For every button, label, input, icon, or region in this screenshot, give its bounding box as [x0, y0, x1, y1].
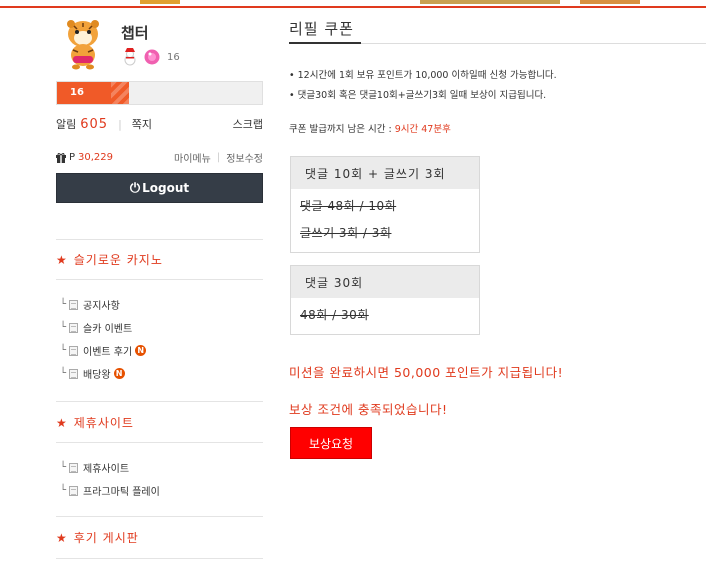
tree-branch-icon: └	[60, 322, 67, 333]
request-reward-button[interactable]: 보상요청	[290, 427, 372, 459]
mission-progress: 댓글 48회 / 10회	[300, 199, 397, 213]
divider	[56, 516, 263, 517]
menu-item-label: 제휴사이트	[83, 464, 130, 475]
menu-item-pragmatic-play[interactable]: └ 프라그마틱 플레이	[60, 479, 160, 502]
badge-count: 16	[167, 51, 180, 63]
logout-button[interactable]: ⏻ Logout	[56, 173, 263, 203]
mission-body: 48회 / 30회	[291, 298, 479, 334]
menu-item-label: 공지사항	[83, 301, 120, 312]
mission-progress: 48회 / 30회	[300, 308, 369, 322]
divider: |	[118, 117, 122, 131]
document-icon	[69, 485, 79, 496]
menu-item-label: 슬카 이벤트	[83, 324, 133, 335]
mission-box: 댓글 10회 + 글쓰기 3회 댓글 48회 / 10회 글쓰기 3회 / 3회	[290, 156, 480, 253]
notice-line: • 12시간에 1회 보유 포인트가 10,000 이하일때 신청 가능합니다.	[289, 70, 557, 81]
remaining-time: 쿠폰 발급까지 남은 시간 : 9시간 47분후	[289, 121, 451, 135]
star-icon: ★	[56, 530, 68, 545]
document-icon	[69, 462, 79, 473]
remaining-time-value: 9시간 47분후	[394, 124, 451, 135]
menu-item-dividend-king[interactable]: └ 배당왕 N	[60, 362, 146, 385]
mission-header: 댓글 30회	[291, 266, 479, 298]
menu-item-event[interactable]: └ 슬카 이벤트	[60, 316, 146, 339]
pink-ball-icon	[144, 49, 160, 65]
top-banner-strip	[420, 0, 560, 4]
tree-branch-icon: └	[60, 485, 67, 496]
badge-row: 16	[121, 48, 180, 66]
tiger-mascot-icon	[67, 20, 99, 70]
document-icon	[69, 322, 79, 333]
document-icon	[69, 368, 79, 379]
point-row: P 30,229 마이메뉴 | 정보수정	[56, 150, 263, 165]
menu-item-partners[interactable]: └ 제휴사이트	[60, 456, 160, 479]
title-underline	[289, 42, 361, 44]
section-title-label: 슬기로운 카지노	[73, 253, 163, 267]
section-title-casino[interactable]: ★ 슬기로운 카지노	[56, 251, 163, 268]
divider	[56, 279, 263, 280]
mission-box: 댓글 30회 48회 / 30회	[290, 265, 480, 335]
alarm-count[interactable]: 605	[80, 117, 108, 132]
nickname: 챕터	[121, 24, 149, 42]
page-title: 리필 쿠폰	[289, 20, 354, 38]
mission-progress: 글쓰기 3회 / 3회	[300, 226, 392, 240]
section-title-label: 제휴사이트	[73, 416, 134, 430]
casino-menu-list: └ 공지사항 └ 슬카 이벤트 └ 이벤트 후기 N └ 배당왕 N	[60, 293, 147, 385]
section-title-partners[interactable]: ★ 제휴사이트	[56, 414, 134, 431]
partners-menu-list: └ 제휴사이트 └ 프라그마틱 플레이	[60, 456, 160, 502]
point-prefix: P	[69, 152, 76, 163]
divider	[56, 239, 263, 240]
divider	[56, 558, 263, 559]
condition-message: 보상 조건에 충족되었습니다!	[289, 402, 448, 417]
tree-branch-icon: └	[60, 299, 67, 310]
edit-info-link[interactable]: 정보수정	[226, 150, 263, 165]
menu-item-notice[interactable]: └ 공지사항	[60, 293, 146, 316]
top-banner-strip	[140, 0, 180, 4]
note-link[interactable]: 쪽지	[132, 116, 152, 132]
tree-branch-icon: └	[60, 345, 67, 356]
logout-label: Logout	[142, 181, 190, 195]
divider	[56, 401, 263, 402]
star-icon: ★	[56, 415, 68, 430]
notice-line: • 댓글30회 혹은 댓글10회+글쓰기3회 일때 보상이 지급됩니다.	[289, 90, 547, 101]
new-badge-icon: N	[113, 368, 125, 379]
document-icon	[69, 299, 79, 310]
profile-box: 챕터 16	[56, 10, 263, 80]
sidebar: 챕터 16 16 알림 605 | 쪽지 스크랩 P 30,229 마이메뉴 |…	[56, 10, 263, 559]
tree-branch-icon: └	[60, 368, 67, 379]
document-icon	[69, 345, 79, 356]
menu-item-label: 프라그마틱 플레이	[83, 487, 160, 498]
menu-item-label: 배당왕	[83, 370, 111, 381]
my-menu-link[interactable]: 마이메뉴	[174, 150, 211, 165]
remaining-time-label: 쿠폰 발급까지 남은 시간 :	[289, 124, 395, 135]
complete-message: 미션을 완료하시면 50,000 포인트가 지급됩니다!	[289, 365, 564, 380]
level-progress-bar: 16	[56, 81, 263, 105]
scrap-link[interactable]: 스크랩	[233, 116, 263, 132]
account-links: 마이메뉴 | 정보수정	[174, 150, 263, 165]
top-banner-strip	[580, 0, 640, 4]
section-title-label: 후기 게시판	[73, 531, 139, 545]
divider: |	[216, 152, 221, 163]
star-icon: ★	[56, 252, 68, 267]
gift-icon	[56, 152, 66, 163]
alarm-label[interactable]: 알림	[56, 116, 76, 132]
divider	[56, 442, 263, 443]
section-title-reviews[interactable]: ★ 후기 게시판	[56, 529, 139, 546]
snowman-icon	[124, 48, 136, 66]
menu-item-event-review[interactable]: └ 이벤트 후기 N	[60, 339, 147, 362]
level-label: 16	[70, 87, 84, 98]
power-icon: ⏻	[129, 180, 141, 196]
alarm-row: 알림 605 | 쪽지 스크랩	[56, 116, 263, 132]
mission-body: 댓글 48회 / 10회 글쓰기 3회 / 3회	[291, 189, 479, 252]
tree-branch-icon: └	[60, 462, 67, 473]
menu-item-label: 이벤트 후기	[83, 347, 133, 358]
top-border	[0, 0, 706, 8]
point-value: 30,229	[78, 152, 114, 163]
mission-header: 댓글 10회 + 글쓰기 3회	[291, 157, 479, 189]
level-progress-fill	[57, 82, 129, 104]
new-badge-icon: N	[135, 345, 147, 356]
